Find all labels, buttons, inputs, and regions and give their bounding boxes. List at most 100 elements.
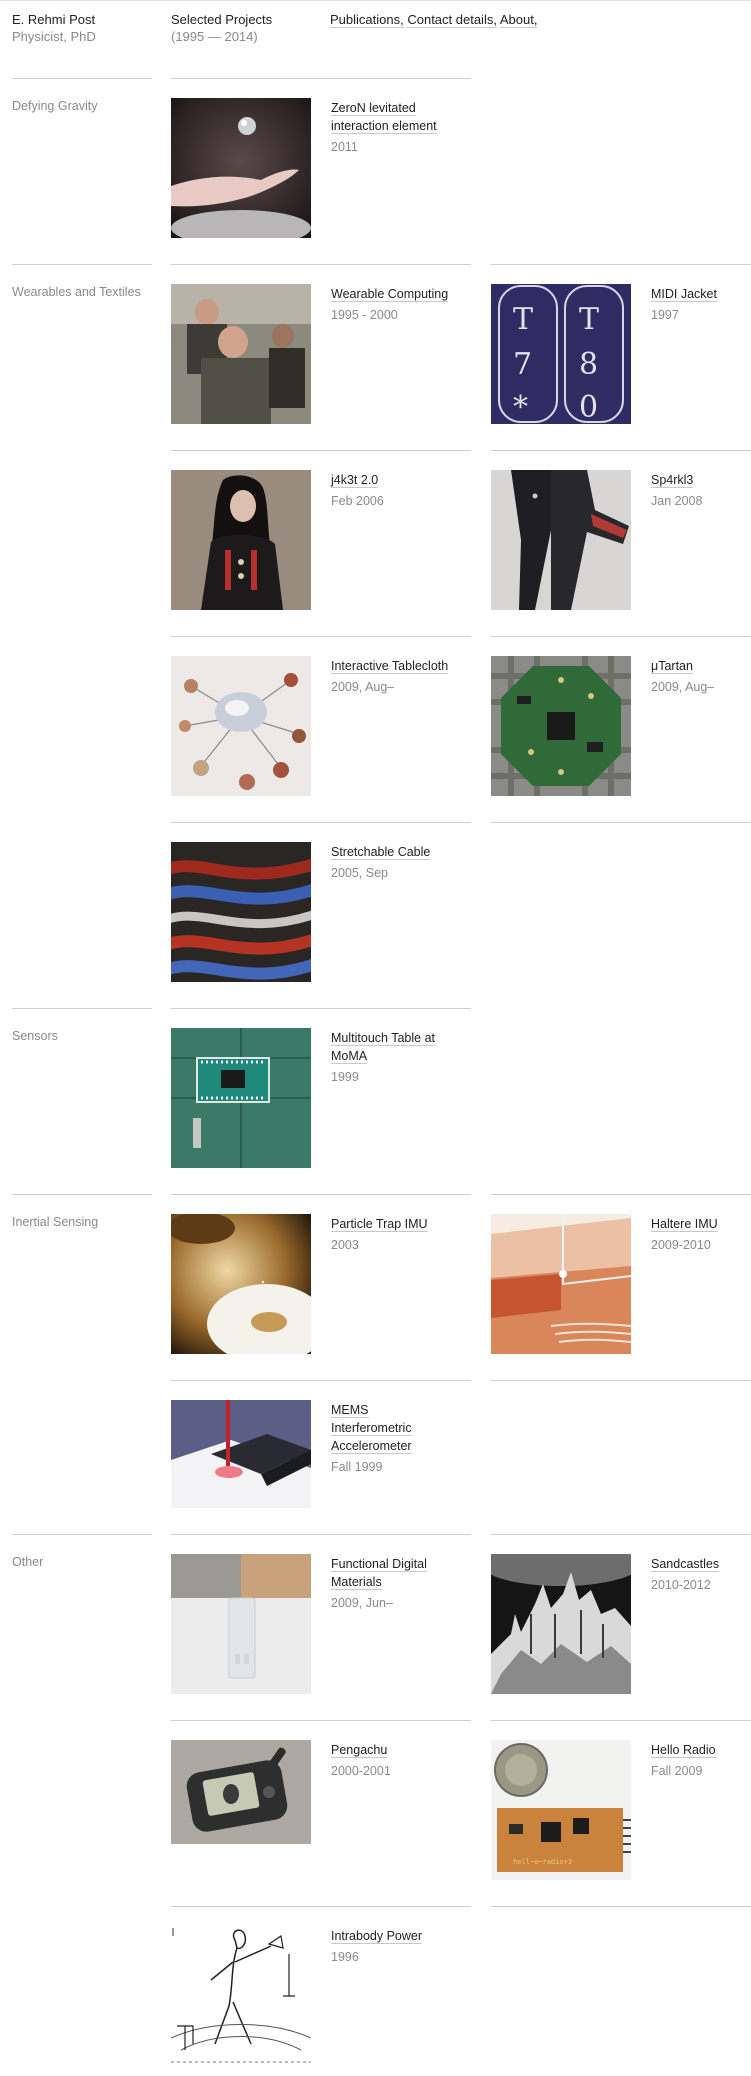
project-title-link[interactable]: Intrabody Power <box>331 1929 423 1944</box>
midi-jacket-key-label: 0 <box>579 390 598 424</box>
project-midi-jacket: MIDI Jacket 1997 <box>651 285 751 324</box>
project-title-link[interactable]: Interactive Tablecloth <box>331 659 449 674</box>
project-stretchable-cable: Stretchable Cable 2005, Sep <box>331 843 451 882</box>
top-nav: Publications, Contact details, About, <box>330 11 538 28</box>
project-year: 2009, Jun– <box>331 1596 393 1610</box>
item-rule <box>171 1906 471 1907</box>
utartan-thumbnail[interactable] <box>491 656 631 796</box>
multitouch-moma-thumbnail[interactable] <box>171 1028 311 1168</box>
project-year: 2005, Sep <box>331 866 388 880</box>
project-title-link[interactable]: Particle Trap IMU <box>331 1217 428 1232</box>
author-name: E. Rehmi Post <box>12 12 96 27</box>
item-rule <box>171 78 471 79</box>
category-rule <box>12 264 152 265</box>
item-rule <box>491 822 751 823</box>
item-rule <box>491 1194 751 1195</box>
category-wearables-textiles: Wearables and Textiles <box>12 285 141 299</box>
intrabody-power-thumbnail[interactable] <box>171 1926 311 2066</box>
project-year: 2009-2010 <box>651 1238 711 1252</box>
project-title-link[interactable]: Pengachu <box>331 1743 388 1758</box>
project-title-link[interactable]: Hello Radio <box>651 1743 716 1758</box>
project-year: Jan 2008 <box>651 494 703 508</box>
sp4rkl3-thumbnail[interactable] <box>491 470 631 610</box>
category-rule <box>12 1194 152 1195</box>
item-rule <box>491 264 751 265</box>
project-title-link[interactable]: MIDI Jacket <box>651 287 717 302</box>
midi-jacket-key-label: T <box>513 302 533 337</box>
project-zeron: ZeroN levitated interaction element 2011 <box>331 99 451 156</box>
particle-trap-imu-thumbnail[interactable] <box>171 1214 311 1354</box>
category-defying-gravity: Defying Gravity <box>12 99 98 113</box>
midi-jacket-thumbnail[interactable]: T T 7 8 * 0 <box>491 284 631 424</box>
item-rule <box>171 264 471 265</box>
project-hello-radio: Hello Radio Fall 2009 <box>651 1741 751 1780</box>
project-title-link[interactable]: MEMS Interferometric Accelerometer <box>331 1403 412 1454</box>
project-year: Feb 2006 <box>331 494 384 508</box>
interactive-tablecloth-thumbnail[interactable] <box>171 656 311 796</box>
section-heading: Selected Projects (1995 — 2014) <box>171 11 272 45</box>
item-rule <box>491 1906 751 1907</box>
hello-radio-thumbnail[interactable]: hell~o~radio+3 <box>491 1740 631 1880</box>
mems-accelerometer-thumbnail[interactable] <box>171 1400 311 1508</box>
sandcastles-thumbnail[interactable] <box>491 1554 631 1694</box>
item-rule <box>491 450 751 451</box>
project-year: 1997 <box>651 308 679 322</box>
project-title-link[interactable]: Functional Digital Materials <box>331 1557 427 1590</box>
project-title-link[interactable]: j4k3t 2.0 <box>331 473 379 488</box>
top-rule <box>0 0 751 1</box>
nav-publications[interactable]: Publications, <box>330 12 404 28</box>
project-pengachu: Pengachu 2000-2001 <box>331 1741 451 1780</box>
zeron-thumbnail[interactable] <box>171 98 311 238</box>
project-haltere-imu: Haltere IMU 2009-2010 <box>651 1215 751 1254</box>
item-rule <box>171 822 471 823</box>
site-identity: E. Rehmi Post Physicist, PhD <box>12 11 96 45</box>
project-functional-digital-materials: Functional Digital Materials 2009, Jun– <box>331 1555 451 1612</box>
project-year: 1996 <box>331 1950 359 1964</box>
midi-jacket-key-label: * <box>513 390 528 424</box>
project-title-link[interactable]: Haltere IMU <box>651 1217 718 1232</box>
project-title-link[interactable]: Sp4rkl3 <box>651 473 694 488</box>
stretchable-cable-thumbnail[interactable] <box>171 842 311 982</box>
hello-radio-board-label: hell~o~radio+3 <box>513 1858 572 1866</box>
project-year: Fall 1999 <box>331 1460 383 1474</box>
haltere-imu-thumbnail[interactable] <box>491 1214 631 1354</box>
project-title-link[interactable]: Multitouch Table at MoMA <box>331 1031 435 1064</box>
category-rule <box>12 78 152 79</box>
item-rule <box>491 636 751 637</box>
project-title-link[interactable]: ZeroN levitated interaction element <box>331 101 437 134</box>
item-rule <box>171 450 471 451</box>
project-particle-trap-imu: Particle Trap IMU 2003 <box>331 1215 451 1254</box>
project-sandcastles: Sandcastles 2010-2012 <box>651 1555 751 1594</box>
item-rule <box>491 1380 751 1381</box>
pengachu-thumbnail[interactable] <box>171 1740 311 1844</box>
item-rule <box>171 1008 471 1009</box>
project-intrabody-power: Intrabody Power 1996 <box>331 1927 451 1966</box>
midi-jacket-key-label: T <box>579 302 599 337</box>
project-j4k3t: j4k3t 2.0 Feb 2006 <box>331 471 451 510</box>
j4k3t-thumbnail[interactable] <box>171 470 311 610</box>
project-year: 2003 <box>331 1238 359 1252</box>
midi-jacket-key-label: 7 <box>513 347 532 382</box>
item-rule <box>171 1720 471 1721</box>
project-sp4rkl3: Sp4rkl3 Jan 2008 <box>651 471 751 510</box>
project-year: 1995 - 2000 <box>331 308 398 322</box>
wearable-computing-thumbnail[interactable] <box>171 284 311 424</box>
nav-contact-details[interactable]: Contact details, <box>407 12 497 28</box>
item-rule <box>171 636 471 637</box>
category-rule <box>12 1534 152 1535</box>
category-inertial-sensing: Inertial Sensing <box>12 1215 99 1229</box>
project-title-link[interactable]: Stretchable Cable <box>331 845 431 860</box>
project-year: 2000-2001 <box>331 1764 391 1778</box>
nav-about[interactable]: About, <box>499 12 538 28</box>
project-utartan: μTartan 2009, Aug– <box>651 657 751 696</box>
item-rule <box>171 1534 471 1535</box>
project-multitouch-moma: Multitouch Table at MoMA 1999 <box>331 1029 451 1086</box>
item-rule <box>171 1380 471 1381</box>
functional-digital-materials-thumbnail[interactable] <box>171 1554 311 1694</box>
project-title-link[interactable]: Wearable Computing <box>331 287 449 302</box>
project-year: 2009, Aug– <box>331 680 395 694</box>
category-rule <box>12 1008 152 1009</box>
project-title-link[interactable]: μTartan <box>651 659 693 674</box>
project-title-link[interactable]: Sandcastles <box>651 1557 720 1572</box>
project-year: 2011 <box>331 140 358 154</box>
